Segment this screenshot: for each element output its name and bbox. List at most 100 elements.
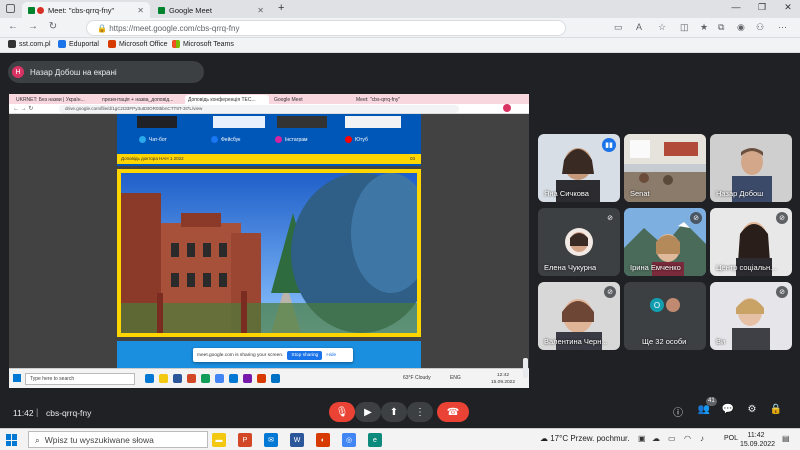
host-controls-icon[interactable]: 🔒 (768, 404, 784, 415)
scrollbar[interactable] (523, 358, 528, 378)
more-participants-label: Ще 32 особи (642, 337, 687, 346)
more-options-button[interactable]: ⋮ (407, 402, 433, 422)
new-tab-button[interactable]: + (278, 2, 284, 14)
shared-search-box: Type here to search (25, 373, 135, 385)
mic-off-button[interactable]: 🎙 (329, 402, 355, 422)
windows-start-icon[interactable] (6, 434, 18, 446)
screen-share-icon[interactable]: ▭ (614, 22, 623, 33)
participant-tile[interactable]: O Ще 32 особи (624, 282, 706, 350)
shared-screen[interactable]: UKRNET: Без назви | Україн... презентаці… (9, 94, 529, 388)
participant-name: Ви (716, 337, 726, 346)
participant-tile[interactable]: ⊘ Центр соціальн... (710, 208, 792, 276)
slide-page-2 (117, 169, 421, 337)
taskbar-clock[interactable]: 11:42 15.09.2022 (740, 431, 775, 449)
file-explorer-icon[interactable]: ▬ (212, 433, 226, 447)
forward-arrow-icon[interactable]: → (26, 21, 40, 32)
participant-name: Ірина Емченко (630, 263, 681, 272)
tab-meet[interactable]: Meet: "cbs-qrrq-fny" ✕ (22, 2, 150, 18)
tray-icon[interactable]: ☁ (652, 434, 660, 443)
bookmark-item[interactable]: Microsoft Office (108, 40, 168, 48)
edge-icon[interactable]: e (368, 433, 382, 447)
search-icon: ⌕ (35, 435, 40, 445)
app-icon[interactable]: ◐ (316, 433, 330, 447)
wifi-icon[interactable]: ◠ (684, 434, 691, 443)
youtube-icon (345, 136, 352, 143)
activities-icon[interactable]: ⚙ (744, 404, 760, 415)
mic-off-icon: ⊘ (604, 286, 616, 298)
taskbar-weather[interactable]: ☁ 17°C Przew. pochmur. (540, 434, 629, 443)
mic-off-icon: ⊘ (776, 212, 788, 224)
minimize-button[interactable]: — (724, 2, 748, 12)
url-field[interactable]: 🔒 https://meet.google.com/cbs-qrrq-fny (86, 20, 566, 36)
participant-tile[interactable]: ▮▮ Яна Сичкова (538, 134, 620, 202)
shared-address-bar: ← → ↻ drive.google.com/file/d/1gCzt33FPy… (9, 104, 529, 114)
instagram-icon (275, 136, 282, 143)
bookmark-item[interactable]: sst.com.pl (8, 40, 51, 48)
bookmarks-bar: sst.com.pl Eduportal Microsoft Office Mi… (0, 38, 800, 53)
stop-sharing-button[interactable]: Stop sharing (287, 350, 323, 360)
taskbar-search-input[interactable]: ⌕ Wpisz tu wyszukiwane słowa (28, 431, 208, 448)
notifications-icon[interactable]: ▤ (782, 434, 790, 443)
leave-call-button[interactable]: ☎ (437, 402, 469, 422)
address-bar-row: ← → ↻ 🔒 https://meet.google.com/cbs-qrrq… (0, 18, 800, 38)
participant-tile[interactable]: Senat (624, 134, 706, 202)
google-meet-icon (28, 6, 35, 14)
participant-avatar-photo (666, 298, 680, 312)
shared-profile-icon (503, 104, 511, 112)
url-text: https://meet.google.com/cbs-qrrq-fny (109, 24, 240, 33)
chrome-icon[interactable]: ◎ (342, 433, 356, 447)
restore-button[interactable]: ❐ (750, 2, 774, 13)
participant-name: Senat (630, 189, 650, 198)
profile-icon[interactable]: ◉ (737, 22, 745, 33)
favorites-icon[interactable]: ★ (700, 22, 708, 33)
outlook-icon (271, 374, 280, 383)
slide-footer: Доповідь доктора НАН 1 2022 03 (117, 154, 421, 164)
participant-tile[interactable]: ⊘ Елена Чукурна (538, 208, 620, 276)
more-menu-icon[interactable]: ⋯ (778, 22, 787, 33)
tray-icon[interactable]: ▣ (638, 434, 646, 443)
participant-tile[interactable]: ⊘ Валентина Черн... (538, 282, 620, 350)
app-icon (257, 374, 266, 383)
info-icon[interactable]: ⓘ (670, 404, 686, 419)
word-icon[interactable]: W (290, 433, 304, 447)
presenter-label: Назар Добош на екрані (30, 67, 117, 77)
shared-document-viewer: Чат-бот Фейсбук Інстаграм Ютуб Доповідь … (9, 114, 529, 369)
input-language[interactable]: POL (724, 435, 738, 442)
participant-tile[interactable]: ⊘ Ірина Емченко (624, 208, 706, 276)
windows-icon (13, 374, 21, 382)
mail-icon[interactable]: ✉ (264, 433, 278, 447)
speaker-icon[interactable]: ♪ (700, 434, 704, 443)
chat-icon[interactable]: 💬 (720, 404, 736, 415)
present-button[interactable]: ⬆ (381, 402, 407, 422)
social-item: Чат-бот (139, 136, 167, 143)
meeting-code: cbs-qrrq-fny (46, 408, 92, 418)
tab-google-meet[interactable]: Google Meet ✕ (152, 2, 270, 18)
read-aloud-icon[interactable]: A (636, 22, 642, 32)
google-meet-icon (158, 6, 165, 14)
tab-strip-icon[interactable] (6, 4, 15, 13)
reload-icon[interactable]: ↻ (46, 21, 60, 32)
back-arrow-icon[interactable]: ← (6, 21, 20, 32)
bookmark-item[interactable]: Eduportal (58, 40, 99, 48)
shared-clock: 12:42 15.09.2022 (491, 373, 516, 385)
powerpoint-icon[interactable]: P (238, 433, 252, 447)
weather-icon: ☁ (540, 434, 551, 443)
collections-icon[interactable]: ⧉ (718, 22, 724, 33)
social-item: Інстаграм (275, 136, 308, 143)
star-icon[interactable]: ☆ (658, 22, 666, 33)
bookmark-item[interactable]: Microsoft Teams (172, 40, 234, 48)
close-icon[interactable]: ✕ (137, 6, 144, 15)
battery-icon[interactable]: ▭ (668, 434, 676, 443)
participant-tile[interactable]: Назар Добош (710, 134, 792, 202)
extensions-icon[interactable]: ⚇ (756, 22, 764, 33)
hide-button[interactable]: Hide (326, 353, 336, 358)
mic-off-icon: 🎙 (335, 406, 349, 418)
participant-tile[interactable]: ⊘ Ви (710, 282, 792, 350)
sharing-notice-text: meet.google.com is sharing your screen. (197, 352, 284, 358)
close-window-button[interactable]: ✕ (776, 2, 800, 13)
camera-button[interactable]: ▶ (355, 402, 381, 422)
hang-up-icon: ☎ (446, 406, 460, 418)
split-screen-icon[interactable]: ◫ (680, 22, 689, 33)
close-icon[interactable]: ✕ (257, 6, 264, 15)
slide-thumb (345, 116, 401, 128)
